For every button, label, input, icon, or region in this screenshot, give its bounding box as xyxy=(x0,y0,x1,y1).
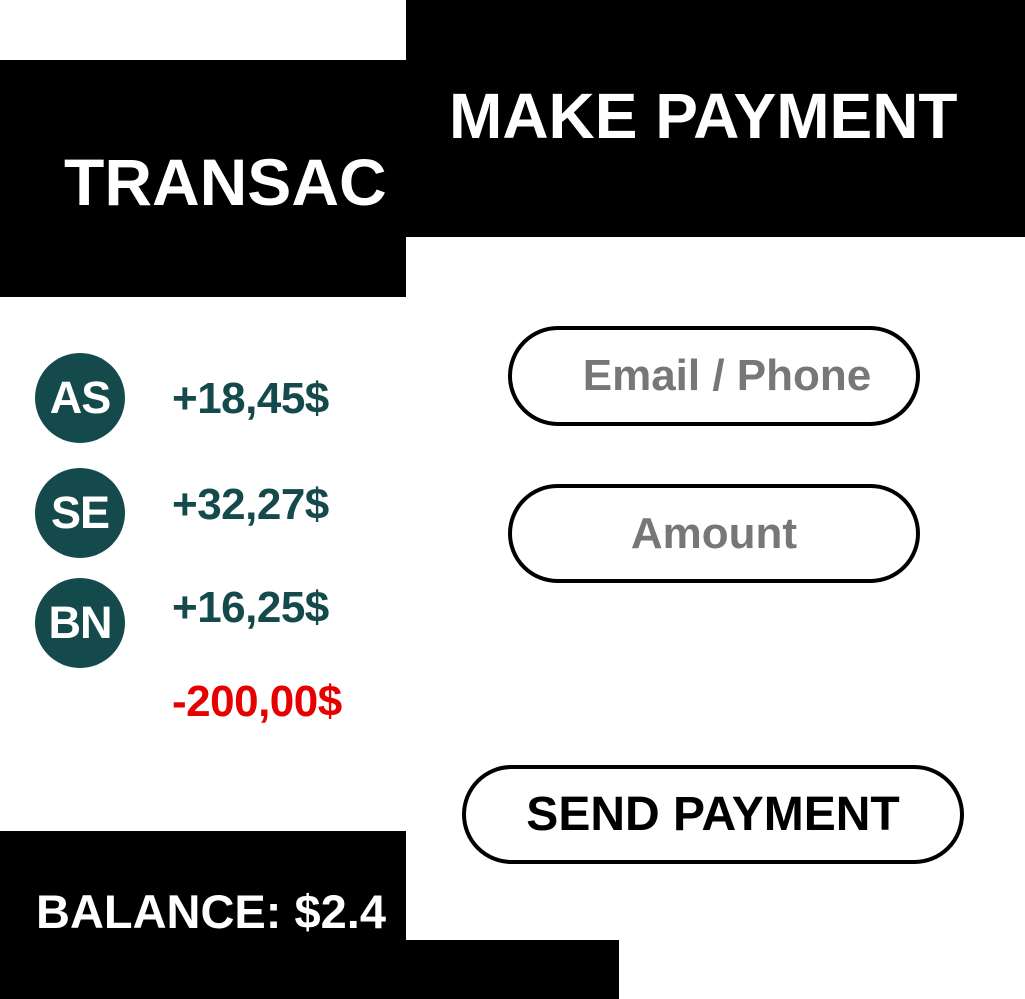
email-phone-input[interactable] xyxy=(508,326,920,426)
transactions-title: TRANSAC xyxy=(64,145,387,219)
transaction-amount: +16,25$ xyxy=(172,583,329,632)
transaction-amount: -200,00$ xyxy=(172,677,342,726)
balance-label: BALANCE: $2.4 xyxy=(36,885,386,938)
transaction-amount: +18,45$ xyxy=(172,374,329,423)
payment-title: MAKE PAYMENT xyxy=(449,80,958,152)
transaction-amount: +32,27$ xyxy=(172,480,329,529)
avatar-as: AS xyxy=(35,353,125,443)
avatar-bn: BN xyxy=(35,578,125,668)
payment-screen: TRANSAC AS +18,45$ SE +32,27$ BN +16,25$… xyxy=(0,0,1025,999)
avatar-se: SE xyxy=(35,468,125,558)
bottom-bar xyxy=(406,940,619,999)
amount-input[interactable] xyxy=(508,484,920,583)
send-payment-button[interactable]: SEND PAYMENT xyxy=(462,765,964,864)
